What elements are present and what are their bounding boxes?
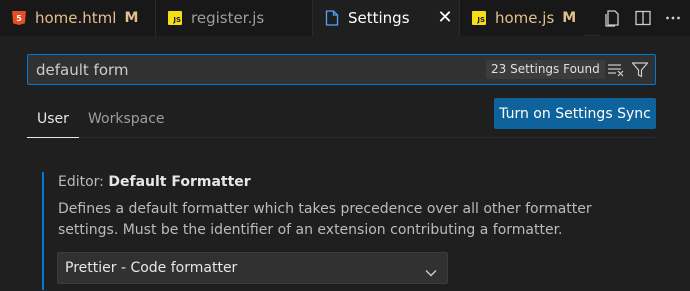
setting-category: Editor: bbox=[58, 174, 109, 190]
tab-register-js[interactable]: JS register.js bbox=[156, 0, 313, 36]
editor-tab-bar: 5 home.html M JS register.js Settings ✕ … bbox=[0, 0, 690, 36]
setting-description: Defines a default formatter which takes … bbox=[58, 201, 592, 238]
tab-label: home.html bbox=[35, 9, 117, 27]
selected-value: Prettier - Code formatter bbox=[65, 260, 238, 276]
close-icon[interactable]: ✕ bbox=[438, 7, 453, 28]
filter-icon[interactable] bbox=[631, 61, 649, 79]
setting-default-formatter: Editor: Default Formatter Defines a defa… bbox=[42, 172, 656, 290]
open-changes-icon[interactable] bbox=[604, 9, 622, 27]
setting-title: Editor: Default Formatter bbox=[58, 174, 251, 190]
setting-name: Default Formatter bbox=[108, 174, 251, 190]
tab-settings[interactable]: Settings ✕ bbox=[313, 0, 460, 36]
tab-label: home.js bbox=[495, 9, 555, 27]
turn-on-settings-sync-button[interactable]: Turn on Settings Sync bbox=[494, 98, 656, 129]
chevron-down-icon bbox=[424, 261, 438, 277]
tab-home-js[interactable]: JS home.js M bbox=[460, 0, 584, 36]
clear-filter-icon[interactable] bbox=[607, 61, 625, 79]
default-formatter-select[interactable]: Prettier - Code formatter bbox=[57, 252, 448, 284]
tab-home-html[interactable]: 5 home.html M bbox=[0, 0, 156, 36]
tab-user[interactable]: User bbox=[27, 110, 79, 138]
modified-badge: M bbox=[562, 10, 577, 26]
split-editor-icon[interactable] bbox=[634, 9, 652, 27]
modified-badge: M bbox=[124, 10, 139, 26]
javascript-file-icon: JS bbox=[472, 11, 486, 25]
tab-workspace[interactable]: Workspace bbox=[78, 110, 175, 138]
tab-label: Settings bbox=[348, 8, 410, 27]
html5-file-icon: 5 bbox=[12, 11, 26, 25]
settings-search-input[interactable] bbox=[28, 55, 478, 84]
settings-file-icon bbox=[325, 9, 339, 26]
tab-label: register.js bbox=[191, 9, 265, 27]
result-count-badge: 23 Settings Found bbox=[486, 60, 605, 79]
settings-search-box: 23 Settings Found bbox=[27, 54, 656, 85]
javascript-file-icon: JS bbox=[168, 11, 182, 25]
more-actions-icon[interactable] bbox=[664, 9, 682, 27]
editor-actions bbox=[600, 0, 690, 36]
